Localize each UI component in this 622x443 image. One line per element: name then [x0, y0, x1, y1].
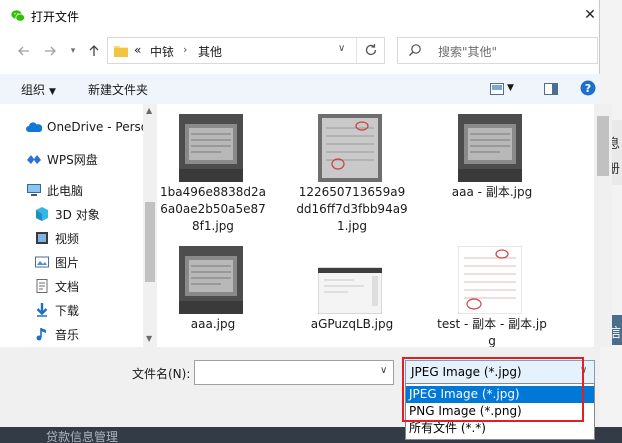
- nav-item-pictures[interactable]: 图片: [0, 250, 143, 274]
- nav-item-3d-objects[interactable]: 3D 对象: [0, 202, 143, 226]
- nav-label: OneDrive - Perso: [47, 120, 149, 134]
- nav-label: 视频: [55, 232, 80, 246]
- up-arrow-icon[interactable]: [84, 40, 104, 62]
- caret-down-icon: ▼: [49, 87, 56, 97]
- download-icon: [36, 303, 48, 317]
- file-name: aaa - 副本.jpg: [451, 185, 533, 199]
- search-placeholder: 搜索"其他": [438, 45, 498, 59]
- nav-label: 下载: [55, 304, 80, 318]
- organize-menu[interactable]: 组织 ▼: [21, 81, 56, 98]
- scrollbar-thumb[interactable]: [145, 202, 155, 282]
- nav-item-wps-cloud[interactable]: WPS网盘: [0, 147, 143, 171]
- image-thumbnail: [318, 267, 382, 314]
- filename-label: 文件名(N):: [132, 367, 191, 381]
- breadcrumb-separator[interactable]: ›: [183, 43, 187, 56]
- breadcrumb-item[interactable]: 其他: [198, 43, 222, 60]
- refresh-icon[interactable]: [364, 43, 378, 57]
- pictures-icon: [35, 256, 49, 268]
- scroll-down-icon[interactable]: ▼: [146, 334, 152, 343]
- command-bar: 组织 ▼ 新建文件夹 ▼ ?: [0, 74, 600, 104]
- filename-dropdown-host: ∨: [194, 360, 394, 385]
- nav-label: WPS网盘: [47, 153, 98, 167]
- nav-label: 此电脑: [47, 184, 84, 198]
- scrollbar-thumb[interactable]: [597, 116, 609, 176]
- file-item[interactable]: aGPuzqLB.jpg: [296, 236, 408, 347]
- file-item[interactable]: aaa.jpg: [157, 236, 269, 347]
- dialog-title: 打开文件: [31, 10, 80, 24]
- wps-cloud-icon: [27, 155, 41, 164]
- background-menu-item: 贷款信息管理: [46, 430, 119, 443]
- help-icon[interactable]: ?: [580, 80, 596, 96]
- file-name: aGPuzqLB.jpg: [310, 317, 394, 331]
- image-thumbnail: [179, 114, 243, 182]
- file-list-scrollbar[interactable]: [594, 104, 612, 347]
- forward-arrow-icon[interactable]: [40, 40, 60, 62]
- filetype-option-all[interactable]: 所有文件 (*.*): [406, 420, 594, 437]
- nav-item-onedrive[interactable]: OneDrive - Perso: [0, 116, 148, 140]
- recent-dropdown-icon[interactable]: ▾: [63, 40, 83, 62]
- back-arrow-icon[interactable]: [14, 40, 34, 62]
- file-item[interactable]: 1ba496e8838d2a6a0ae2b50a5e878f1.jpg: [157, 104, 269, 233]
- file-item[interactable]: aaa - 副本.jpg: [436, 104, 548, 224]
- image-thumbnail: [458, 114, 522, 182]
- folder-icon: [114, 46, 128, 57]
- image-thumbnail: [318, 114, 382, 182]
- navigation-pane: OneDrive - Perso WPS网盘 此电脑 3D 对象 视频 图片 文…: [0, 104, 157, 347]
- nav-item-downloads[interactable]: 下载: [0, 298, 143, 322]
- divider: [356, 38, 357, 63]
- nav-item-documents[interactable]: 文档: [0, 274, 143, 298]
- computer-icon: [27, 184, 41, 196]
- video-icon: [36, 232, 48, 244]
- view-options-icon[interactable]: [490, 83, 504, 95]
- file-list: 1ba496e8838d2a6a0ae2b50a5e878f1.jpg 1226…: [157, 104, 594, 347]
- 3d-objects-icon: [36, 207, 48, 221]
- breadcrumb-item[interactable]: 中铱: [150, 43, 174, 60]
- onedrive-icon: [26, 122, 42, 132]
- file-name: 1ba496e8838d2a6a0ae2b50a5e878f1.jpg: [159, 185, 267, 233]
- close-button[interactable]: ✕: [582, 6, 598, 24]
- nav-label: 3D 对象: [55, 208, 100, 222]
- file-item[interactable]: test - 副本 - 副本.jpg: [436, 236, 548, 347]
- music-icon: [36, 328, 46, 341]
- image-thumbnail: [179, 246, 243, 314]
- scroll-up-icon[interactable]: ▲: [146, 106, 152, 115]
- highlight-box: [402, 357, 584, 422]
- file-name: aaa.jpg: [190, 317, 236, 331]
- view-dropdown-icon[interactable]: ▼: [507, 83, 514, 93]
- nav-item-music[interactable]: 音乐: [0, 322, 143, 346]
- breadcrumb-overflow[interactable]: «: [134, 43, 141, 57]
- address-bar[interactable]: « 中铱 › 其他 ∨: [107, 37, 385, 64]
- nav-scrollbar[interactable]: ▲ ▼: [143, 104, 157, 347]
- chevron-down-icon[interactable]: ∨: [338, 43, 345, 54]
- search-box[interactable]: 搜索"其他": [397, 37, 598, 64]
- title-bar: 打开文件 ✕: [0, 0, 600, 32]
- nav-label: 音乐: [55, 328, 80, 342]
- preview-pane-icon[interactable]: [544, 83, 558, 95]
- wechat-icon: [11, 10, 25, 22]
- new-folder-button[interactable]: 新建文件夹: [88, 81, 148, 98]
- file-name: test - 副本 - 副本.jpg: [437, 317, 547, 347]
- nav-item-videos[interactable]: 视频: [0, 226, 143, 250]
- nav-item-this-pc[interactable]: 此电脑: [0, 178, 143, 202]
- search-icon: [409, 44, 421, 56]
- chevron-down-icon[interactable]: ∨: [380, 365, 387, 376]
- documents-icon: [36, 279, 48, 293]
- file-item[interactable]: 122650713659a9dd16ff7d3fbb94a91.jpg: [296, 104, 408, 233]
- svg-text:?: ?: [585, 82, 591, 95]
- file-name: 122650713659a9dd16ff7d3fbb94a91.jpg: [296, 185, 408, 233]
- image-thumbnail: [458, 246, 522, 314]
- organize-label: 组织: [21, 83, 46, 97]
- nav-label: 文档: [55, 280, 80, 294]
- nav-label: 图片: [55, 256, 80, 270]
